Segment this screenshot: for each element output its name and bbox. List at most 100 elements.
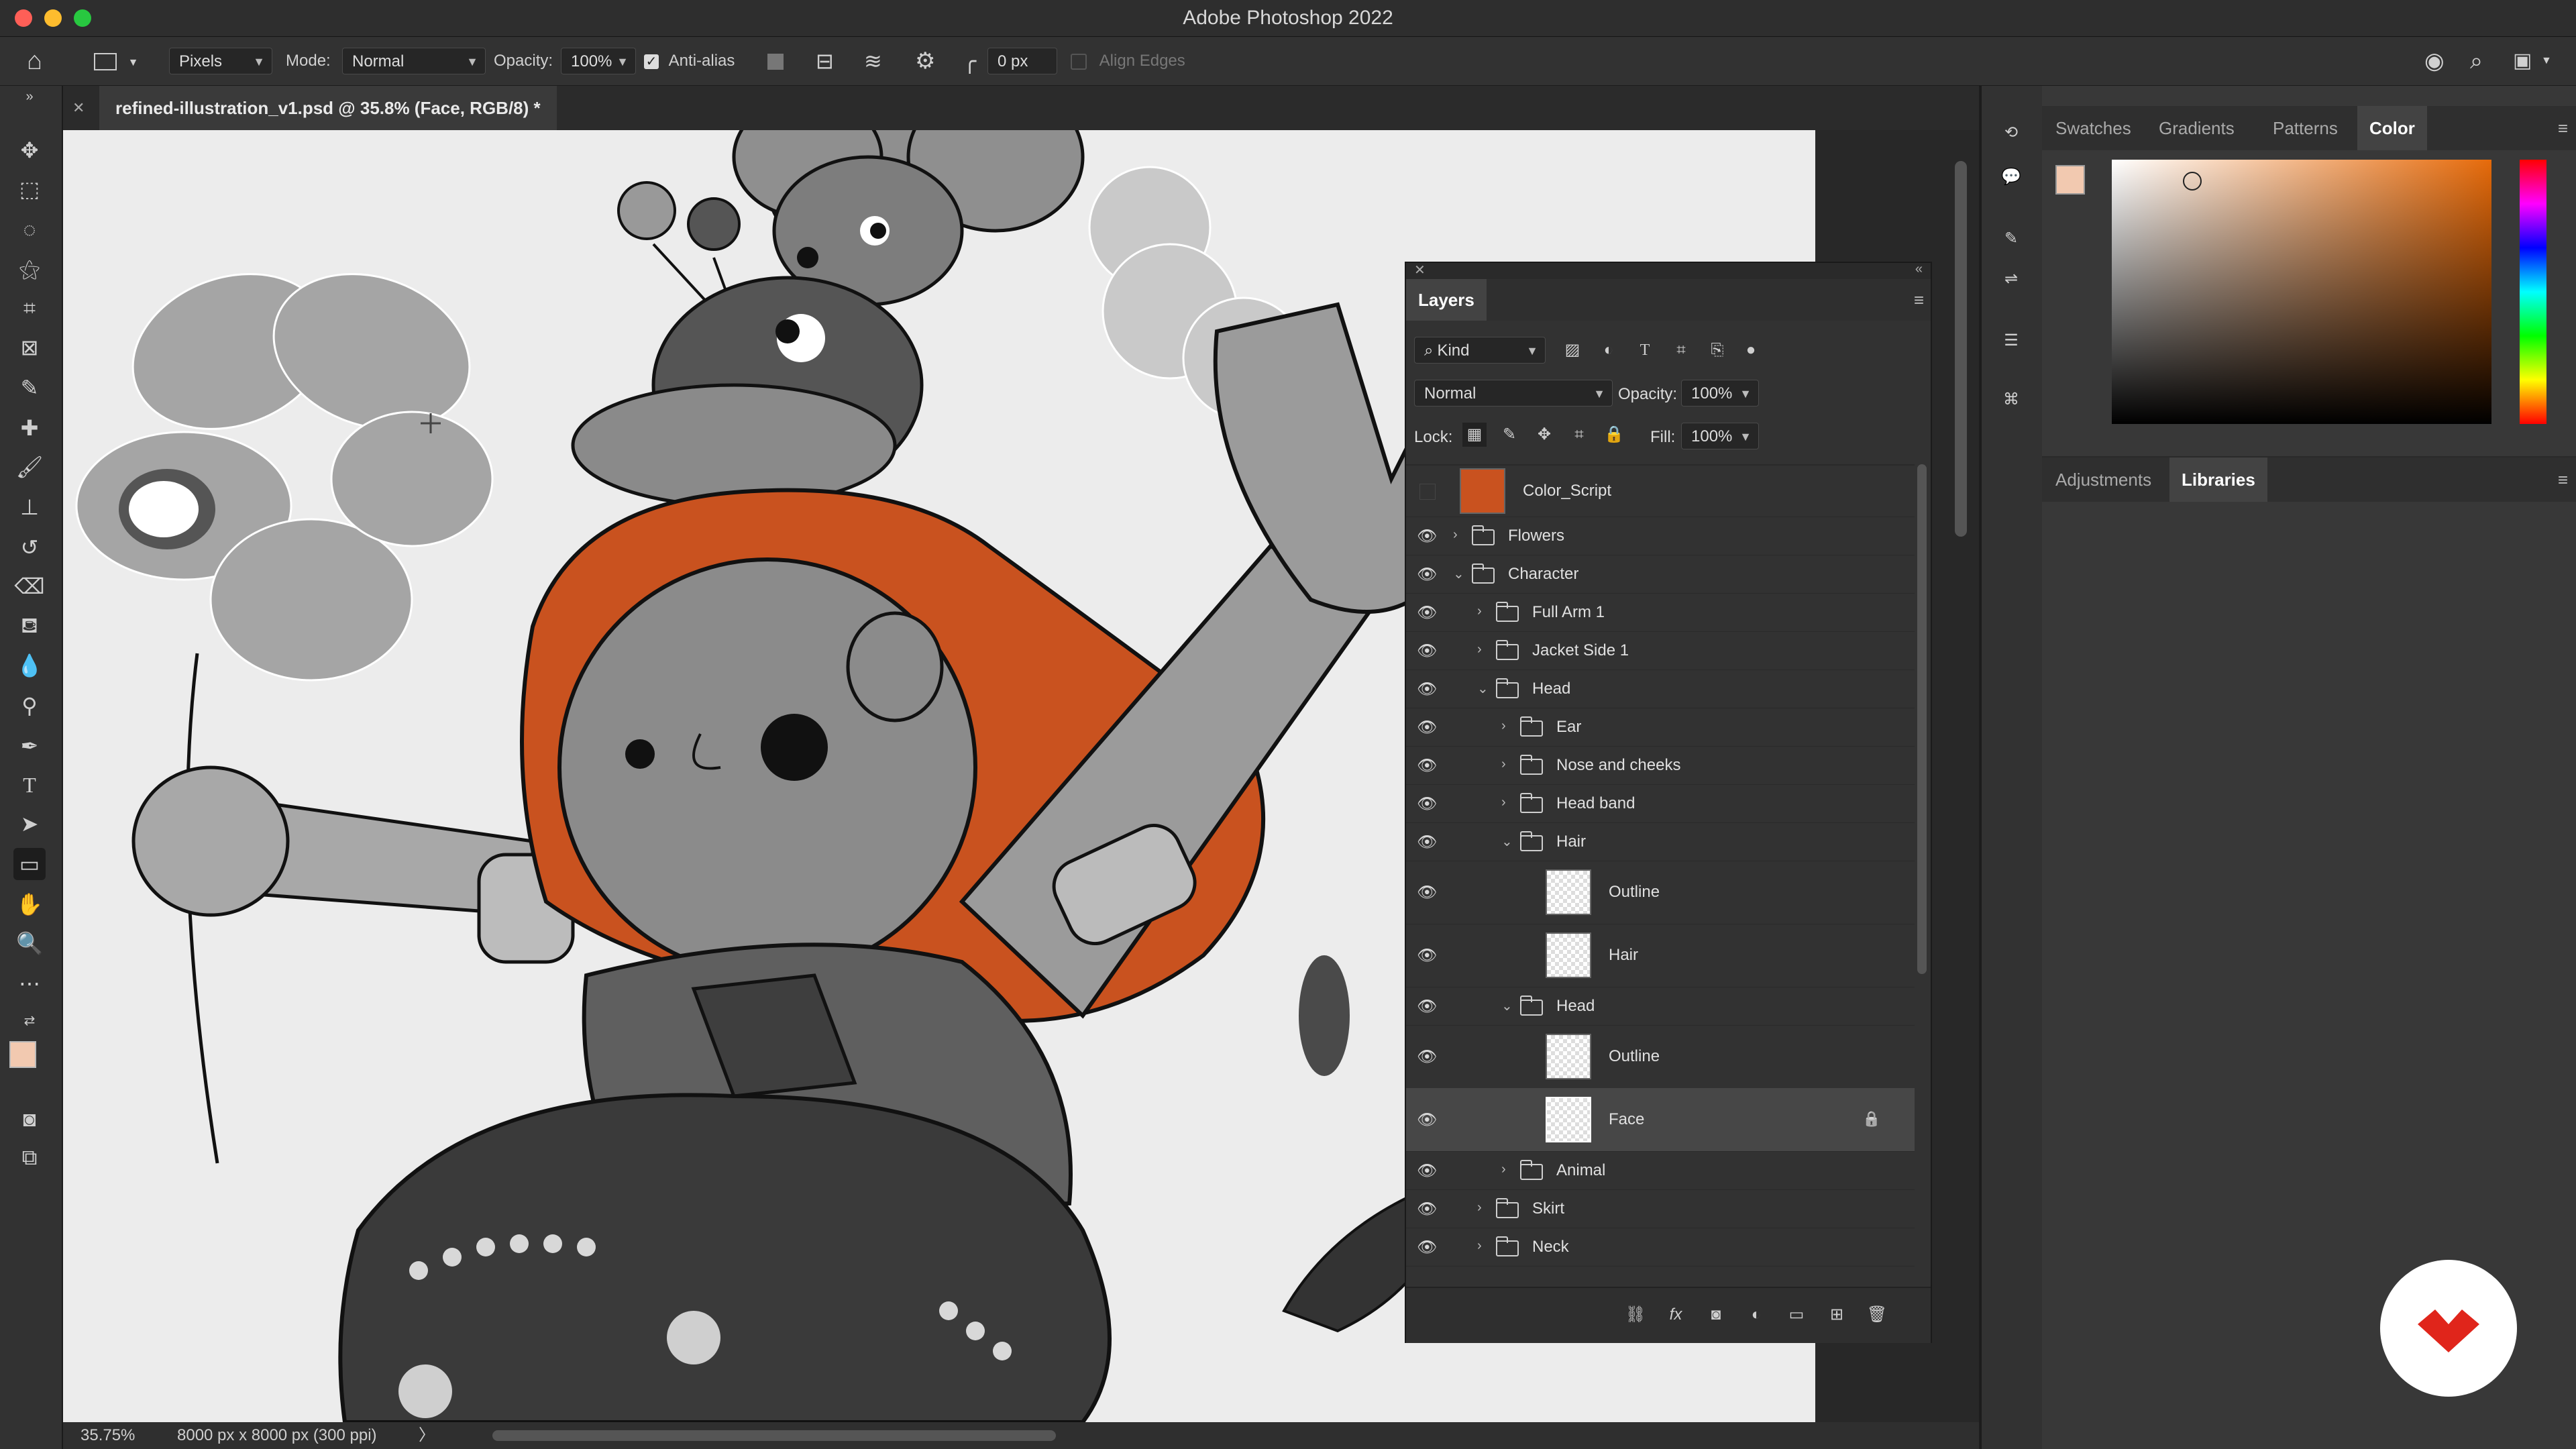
- layer-row[interactable]: 👁 ⌄ Head: [1406, 669, 1915, 708]
- panel-menu-icon[interactable]: ≡: [2558, 118, 2568, 139]
- lock-image-icon[interactable]: ✎: [1497, 423, 1521, 447]
- layer-name[interactable]: Jacket Side 1: [1532, 641, 1629, 660]
- link-layers-icon[interactable]: ⛓: [1623, 1303, 1648, 1327]
- paths-icon[interactable]: ⌘: [1999, 388, 2023, 412]
- eraser-tool-icon[interactable]: ⌫: [13, 570, 46, 602]
- hue-slider[interactable]: [2520, 160, 2546, 424]
- chevron-down-icon[interactable]: ⌄: [1453, 566, 1464, 582]
- eye-icon[interactable]: 👁: [1417, 1161, 1437, 1181]
- layer-name[interactable]: Color_Script: [1523, 482, 1611, 500]
- history-brush-tool-icon[interactable]: ↺: [13, 531, 46, 564]
- layer-fill-input[interactable]: 100% ▼: [1681, 423, 1759, 449]
- layer-name[interactable]: Head: [1532, 680, 1570, 698]
- filter-type-icon[interactable]: T: [1633, 338, 1657, 362]
- more-tools-icon[interactable]: ⋯: [13, 967, 46, 1000]
- layer-filter-select[interactable]: ⌕ Kind ▼: [1414, 337, 1546, 364]
- brush-settings-icon[interactable]: ✎: [1999, 227, 2023, 251]
- path-arrangement-icon[interactable]: ≋: [864, 37, 882, 85]
- path-selection-tool-icon[interactable]: ➤: [13, 808, 46, 840]
- layer-name[interactable]: Flowers: [1508, 527, 1564, 545]
- opacity-input[interactable]: 100% ▼: [561, 48, 636, 74]
- filter-smart-object-icon[interactable]: ⎘: [1705, 338, 1729, 362]
- workspace-icon[interactable]: ▣: [2513, 37, 2532, 85]
- layer-name[interactable]: Head band: [1556, 794, 1635, 813]
- delete-layer-icon[interactable]: 🗑: [1865, 1303, 1889, 1327]
- layer-row[interactable]: Color_Script: [1406, 466, 1915, 517]
- layer-name[interactable]: Outline: [1609, 1047, 1660, 1066]
- layer-name[interactable]: Neck: [1532, 1238, 1569, 1256]
- rectangle-tool-preset-picker[interactable]: ▼: [94, 37, 139, 85]
- chevron-right-icon[interactable]: ›: [1453, 527, 1458, 543]
- color-picker-cursor[interactable]: [2183, 172, 2202, 191]
- eye-icon[interactable]: 👁: [1417, 1047, 1437, 1067]
- vertical-scrollbar[interactable]: [1955, 161, 1967, 537]
- align-edges-checkbox[interactable]: Align Edges: [1071, 37, 1185, 85]
- marquee-tool-icon[interactable]: ⬚: [13, 173, 46, 205]
- layer-row[interactable]: 👁 › Jacket Side 1: [1406, 631, 1915, 670]
- path-alignment-icon[interactable]: ⊟: [816, 37, 834, 85]
- layer-name[interactable]: Animal: [1556, 1161, 1605, 1180]
- eye-icon[interactable]: 👁: [1417, 1199, 1437, 1219]
- eye-icon[interactable]: 👁: [1417, 641, 1437, 661]
- layer-row[interactable]: 👁 ⌄ Head: [1406, 987, 1915, 1026]
- layer-name[interactable]: Skirt: [1532, 1199, 1564, 1218]
- chevron-right-icon[interactable]: ›: [1477, 604, 1482, 619]
- horizontal-scrollbar[interactable]: [492, 1430, 1056, 1441]
- add-mask-icon[interactable]: ◙: [1704, 1303, 1728, 1327]
- swap-colors-icon[interactable]: ⇄: [13, 1010, 46, 1030]
- lasso-tool-icon[interactable]: ◌: [13, 213, 46, 246]
- layer-row[interactable]: 👁 › Head band: [1406, 784, 1915, 823]
- chevron-right-icon[interactable]: ›: [1501, 1162, 1506, 1177]
- blend-mode-select[interactable]: Normal ▼: [1414, 380, 1613, 407]
- quick-mask-icon[interactable]: ◙: [13, 1103, 46, 1135]
- collapse-panel-icon[interactable]: «: [1915, 262, 1923, 277]
- layer-name[interactable]: Outline: [1609, 883, 1660, 902]
- search-icon[interactable]: ⌕: [2470, 37, 2483, 85]
- lock-position-icon[interactable]: ✥: [1532, 423, 1556, 447]
- layer-row[interactable]: 👁 › Skirt: [1406, 1189, 1915, 1228]
- eyedropper-tool-icon[interactable]: ✎: [13, 372, 46, 404]
- eye-icon[interactable]: 👁: [1417, 603, 1437, 623]
- eye-icon[interactable]: 👁: [1417, 833, 1437, 852]
- layer-opacity-input[interactable]: 100% ▼: [1681, 380, 1759, 407]
- layer-row[interactable]: 👁 › Nose and cheeks: [1406, 746, 1915, 785]
- layer-style-icon[interactable]: fx: [1664, 1303, 1688, 1327]
- layer-name[interactable]: Head: [1556, 997, 1595, 1016]
- layer-row[interactable]: 👁 Outline: [1406, 861, 1915, 924]
- layer-name[interactable]: Nose and cheeks: [1556, 756, 1680, 775]
- tab-adjustments[interactable]: Adjustments: [2043, 458, 2163, 502]
- layer-name[interactable]: Face: [1609, 1110, 1644, 1129]
- layer-row[interactable]: 👁 Outline: [1406, 1025, 1915, 1089]
- panel-menu-icon[interactable]: ≡: [1914, 290, 1924, 311]
- move-tool-icon[interactable]: ✥: [13, 134, 46, 166]
- layer-row[interactable]: 👁 › Neck: [1406, 1228, 1915, 1267]
- layer-name[interactable]: Character: [1508, 565, 1578, 584]
- screen-mode-icon[interactable]: ⧉: [13, 1142, 46, 1174]
- collapse-toolbar-icon[interactable]: »: [13, 89, 46, 105]
- home-icon[interactable]: ⌂: [27, 37, 42, 85]
- clone-stamp-tool-icon[interactable]: ⊥: [13, 491, 46, 523]
- eye-icon[interactable]: 👁: [1417, 756, 1437, 775]
- layer-row[interactable]: 👁 › Animal: [1406, 1151, 1915, 1190]
- layer-row[interactable]: 👁 › Ear: [1406, 708, 1915, 747]
- anti-alias-checkbox[interactable]: ✓ Anti-alias: [644, 37, 735, 85]
- crop-tool-icon[interactable]: ⌗: [13, 292, 46, 325]
- panel-menu-icon[interactable]: ≡: [2558, 470, 2568, 490]
- tab-swatches[interactable]: Swatches: [2043, 106, 2143, 150]
- document-tab[interactable]: refined-illustration_v1.psd @ 35.8% (Fac…: [99, 86, 557, 130]
- layer-row[interactable]: 👁 Hair: [1406, 924, 1915, 987]
- layer-thumbnail[interactable]: [1546, 1097, 1591, 1142]
- smart-object-thumbnail[interactable]: [1460, 468, 1505, 514]
- chevron-right-icon[interactable]: ›: [1477, 1238, 1482, 1254]
- history-icon[interactable]: ⟲: [1999, 121, 2023, 145]
- eye-icon[interactable]: 👁: [1417, 946, 1437, 965]
- layer-thumbnail[interactable]: [1546, 869, 1591, 915]
- chevron-right-icon[interactable]: ›: [1501, 757, 1506, 772]
- filter-shape-icon[interactable]: ⌗: [1669, 338, 1693, 362]
- lock-artboard-icon[interactable]: ⌗: [1567, 423, 1591, 447]
- layer-thumbnail[interactable]: [1546, 932, 1591, 978]
- tab-color[interactable]: Color: [2357, 106, 2427, 150]
- color-foreground-swatch[interactable]: [2055, 165, 2085, 195]
- tab-layers[interactable]: Layers: [1406, 279, 1487, 321]
- chevron-right-icon[interactable]: ›: [1501, 795, 1506, 810]
